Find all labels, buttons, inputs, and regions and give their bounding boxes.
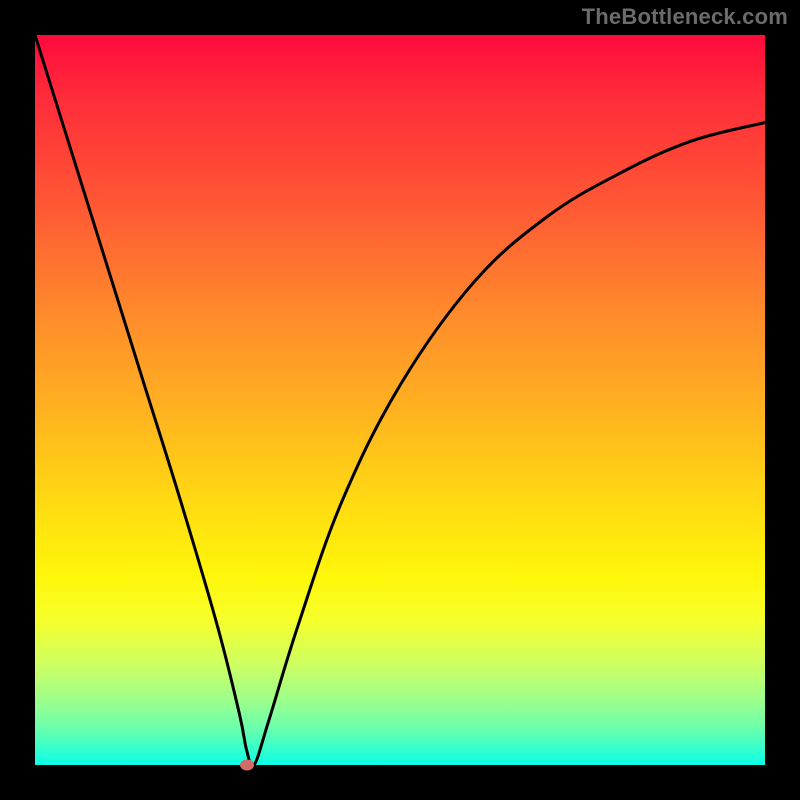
optimum-marker (240, 760, 254, 771)
curve-path (35, 35, 765, 766)
watermark-text: TheBottleneck.com (582, 6, 788, 28)
bottleneck-curve (35, 35, 765, 765)
plot-area (35, 35, 765, 765)
stage: TheBottleneck.com (0, 0, 800, 800)
